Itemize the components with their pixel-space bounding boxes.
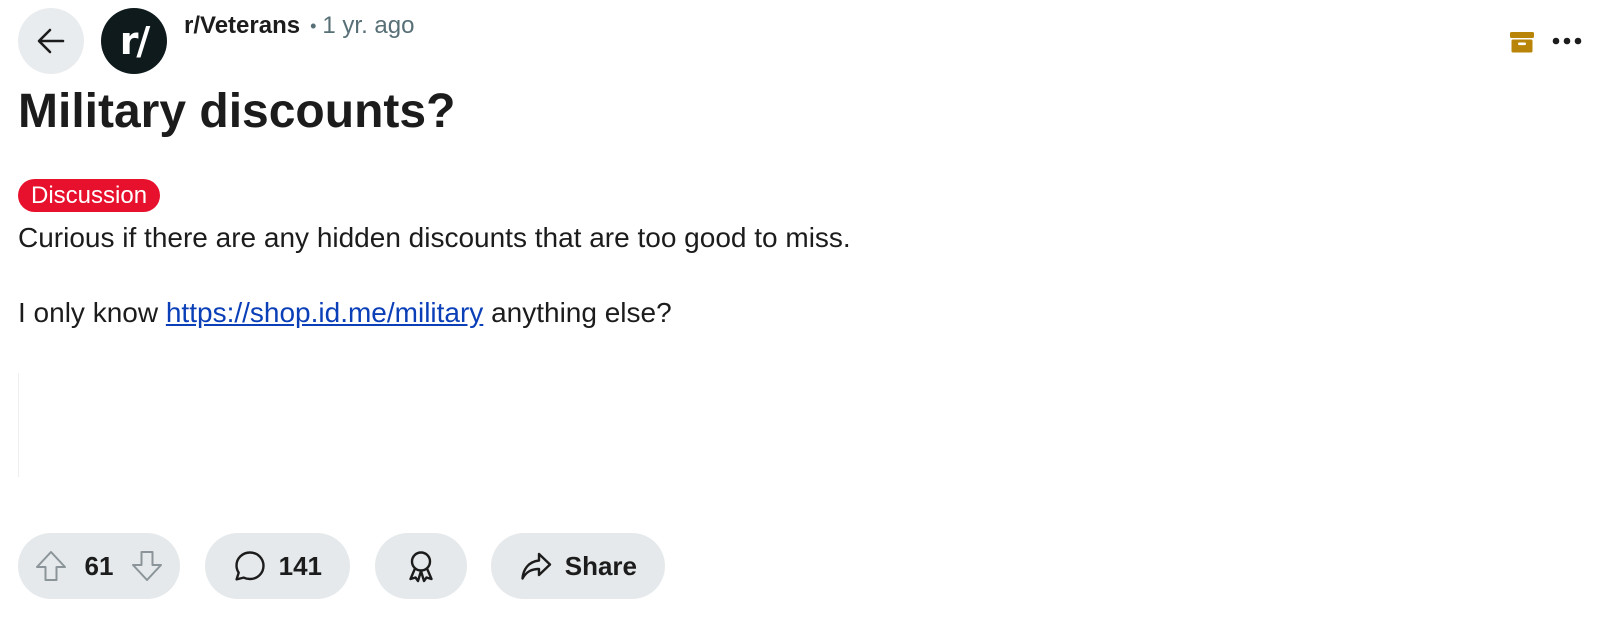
archive-box-icon[interactable] [1509, 29, 1535, 55]
body-text-prefix: I only know [18, 297, 166, 328]
meta-separator: • [310, 15, 317, 36]
award-button[interactable] [375, 533, 467, 599]
comment-count: 141 [278, 550, 322, 581]
post-body-paragraph-2: I only know https://shop.id.me/military … [18, 297, 672, 329]
subreddit-avatar[interactable]: r/ [101, 8, 167, 74]
award-ribbon-icon [409, 551, 433, 583]
share-button[interactable]: Share [491, 533, 665, 599]
speech-bubble-icon [235, 551, 265, 581]
back-button[interactable] [18, 8, 84, 74]
body-text-suffix: anything else? [483, 297, 672, 328]
arrow-down-outline-icon[interactable] [130, 549, 164, 583]
post-time: 1 yr. ago [322, 12, 415, 39]
post-flair-badge[interactable]: Discussion [18, 179, 161, 212]
vote-control: 61 [18, 533, 180, 599]
more-horizontal-icon[interactable] [1552, 28, 1582, 54]
share-arrow-icon [521, 552, 552, 580]
subreddit-name-link[interactable]: r/Veterans [184, 12, 300, 40]
arrow-up-outline-icon[interactable] [34, 549, 68, 583]
comments-button[interactable]: 141 [205, 533, 350, 599]
vote-count: 61 [84, 550, 114, 581]
body-link[interactable]: https://shop.id.me/military [166, 297, 483, 328]
avatar-label: r/ [119, 19, 151, 63]
post-body-paragraph-1: Curious if there are any hidden discount… [18, 222, 851, 253]
post-title[interactable]: Military discounts? [18, 84, 455, 139]
content-divider [18, 373, 19, 477]
share-label: Share [564, 550, 637, 581]
arrow-left-icon [37, 28, 65, 54]
post-meta: r/Veterans • 1 yr. ago [184, 10, 414, 42]
